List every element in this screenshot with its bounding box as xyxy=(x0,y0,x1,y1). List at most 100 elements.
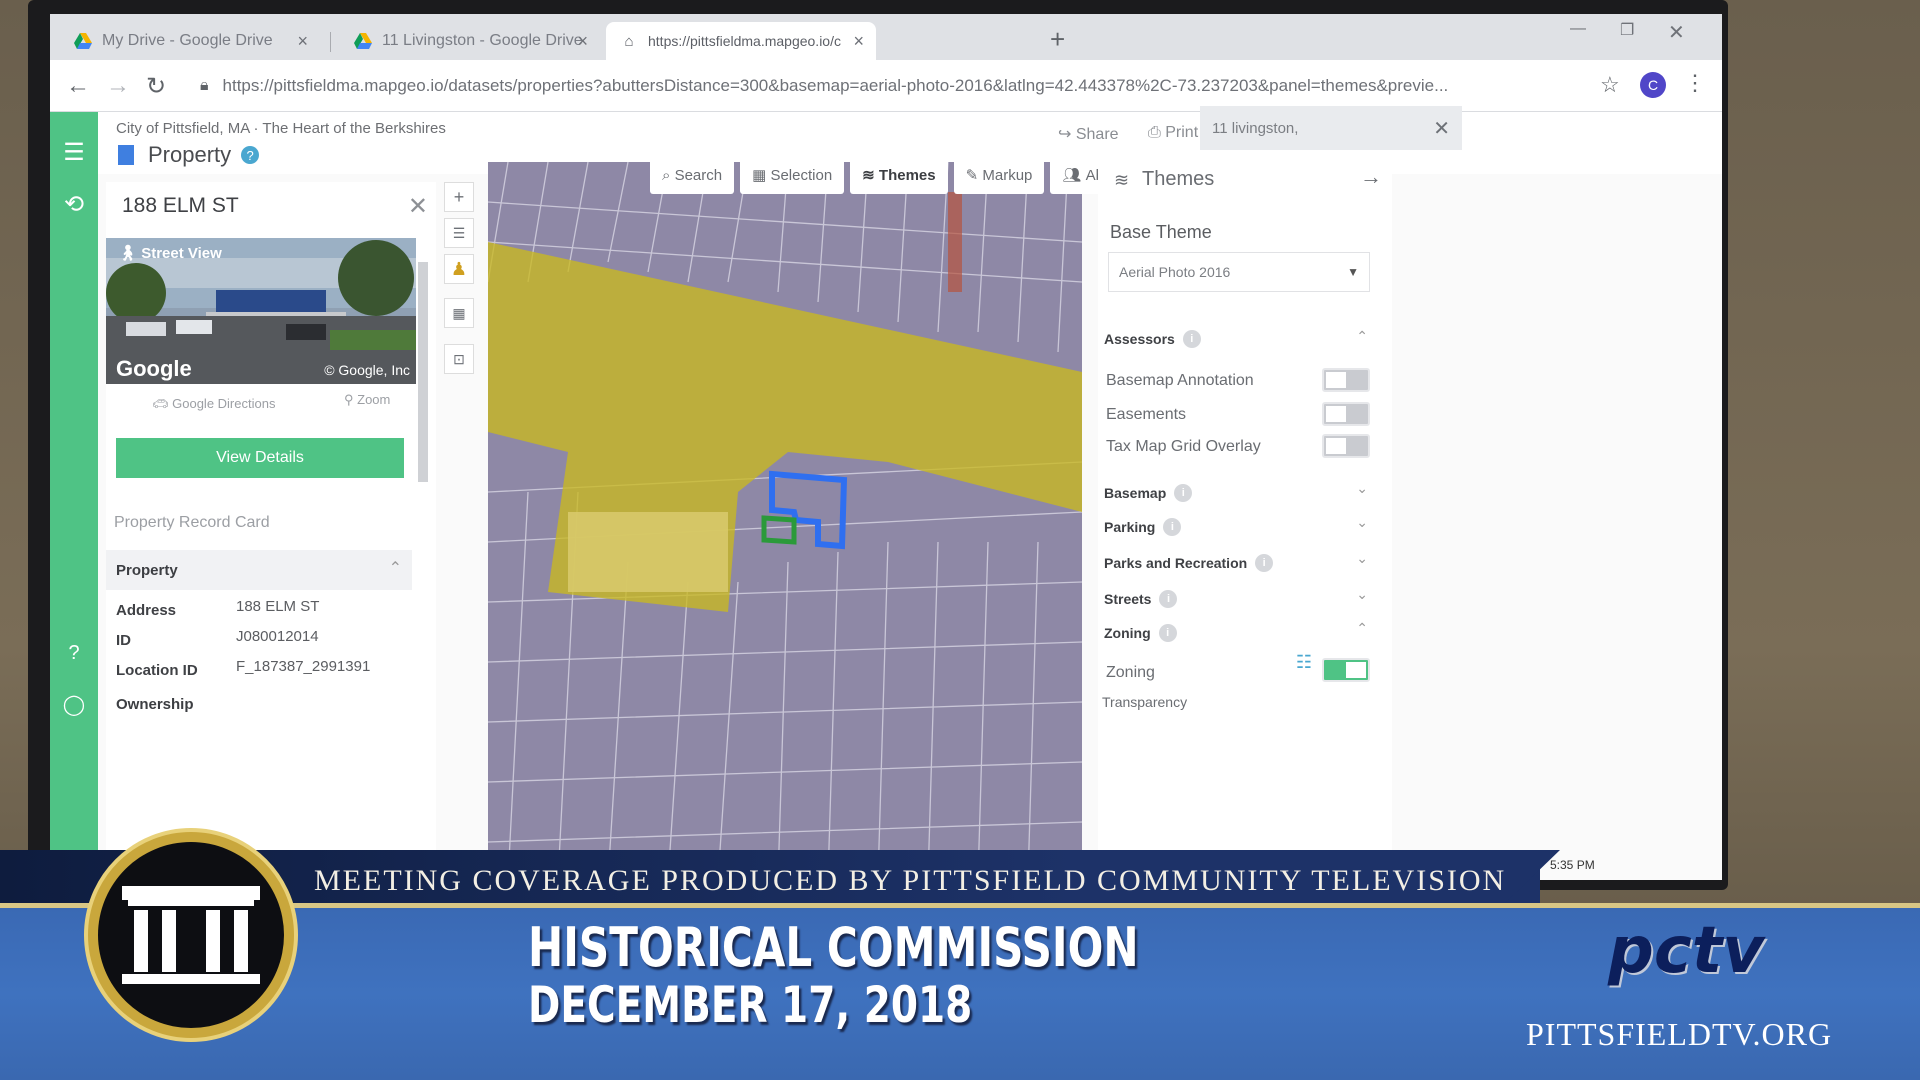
close-icon[interactable]: × xyxy=(577,31,588,52)
coverage-text: MEETING COVERAGE PRODUCED BY PITTSFIELD … xyxy=(314,864,1507,897)
property-record-card-link[interactable]: Property Record Card xyxy=(114,514,270,532)
map-tools: + ☰ ♟ ▦ ⊡ xyxy=(444,182,474,382)
clear-search-icon[interactable]: ✕ xyxy=(1433,116,1450,141)
panel-scrollbar[interactable] xyxy=(418,262,428,482)
group-basemap[interactable]: Basemap i xyxy=(1104,484,1193,502)
share-label: Share xyxy=(1075,126,1119,143)
caret-down-icon: ▼ xyxy=(1347,265,1359,279)
basemap-annotation-toggle[interactable] xyxy=(1322,368,1370,392)
maximize-button[interactable]: ❐ xyxy=(1620,20,1634,40)
group-streets[interactable]: Streets i xyxy=(1104,590,1178,608)
tab-markup[interactable]: ✎ Markup xyxy=(953,156,1045,194)
group-parking[interactable]: Parking i xyxy=(1104,518,1182,536)
info-badge: i xyxy=(1182,330,1201,348)
street-view-pegman-icon[interactable]: ♟ xyxy=(444,254,474,284)
measure-icon[interactable]: ⊡ xyxy=(444,344,474,374)
field-value: J080012014 xyxy=(236,628,319,645)
close-panel-button[interactable]: ✕ xyxy=(408,192,428,221)
back-button[interactable]: ← xyxy=(66,72,90,100)
map-pin-icon: ⚲ xyxy=(344,392,358,407)
group-parks-and-recreation[interactable]: Parks and Recreation i xyxy=(1104,554,1274,572)
bookmark-star-icon[interactable]: ☆ xyxy=(1600,72,1620,98)
street-view-label: 🚶︎ Street View xyxy=(118,244,222,262)
toggle-knob xyxy=(1346,662,1366,678)
group-label: Assessors xyxy=(1104,331,1175,347)
group-assessors[interactable]: Assessors i xyxy=(1104,330,1201,348)
close-icon[interactable]: × xyxy=(297,31,308,52)
tab-11-livingston[interactable]: 11 Livingston - Google Drive × xyxy=(340,22,600,60)
grid-icon: ▦ xyxy=(752,167,771,184)
close-icon[interactable]: × xyxy=(853,31,864,52)
monitor-screen: My Drive - Google Drive × 11 Livingston … xyxy=(50,14,1722,880)
minimize-button[interactable]: — xyxy=(1570,20,1586,38)
search-icon: ⌕ xyxy=(662,166,675,184)
tab-selection[interactable]: ▦ Selection xyxy=(740,156,845,194)
layer-label: Tax Map Grid Overlay xyxy=(1106,438,1261,455)
event-date: DECEMBER 17, 2018 xyxy=(528,976,973,1034)
tab-label: Themes xyxy=(878,166,936,184)
layer-label: Zoning xyxy=(1106,664,1155,681)
print-label: Print xyxy=(1165,124,1199,141)
tab-my-drive[interactable]: My Drive - Google Drive × xyxy=(60,22,320,60)
sliders-icon[interactable]: ☷ xyxy=(1296,652,1312,673)
window-close-button[interactable]: ✕ xyxy=(1668,20,1685,45)
tab-label: https://pittsfieldma.mapgeo.io/c xyxy=(648,33,841,49)
property-section-header[interactable]: Property ⌃ xyxy=(106,550,412,590)
help-icon[interactable]: ? xyxy=(60,642,88,665)
zoom-label: Zoom xyxy=(357,392,391,407)
google-drive-icon xyxy=(74,32,92,50)
select-tool-icon[interactable]: ☰ xyxy=(444,218,474,248)
aerial-map[interactable] xyxy=(488,162,1082,880)
search-input[interactable]: 11 livingston, ✕ xyxy=(1200,106,1462,150)
new-tab-button[interactable]: + xyxy=(1050,24,1065,55)
group-zoning[interactable]: Zoning i xyxy=(1104,624,1177,642)
toggle-knob xyxy=(1326,406,1346,422)
chevron-up-icon[interactable]: ⌃ xyxy=(1356,328,1368,345)
history-icon[interactable]: ⟲ xyxy=(60,190,88,219)
chevron-down-icon[interactable]: ⌄ xyxy=(1356,480,1368,497)
tab-themes[interactable]: ≋ Themes xyxy=(850,156,948,194)
ownership-section-header[interactable]: Ownership xyxy=(116,696,194,713)
chevron-down-icon[interactable]: ⌄ xyxy=(1356,514,1368,531)
profile-avatar[interactable]: C xyxy=(1640,72,1666,98)
base-theme-value: Aerial Photo 2016 xyxy=(1119,264,1231,280)
coverage-band-edge xyxy=(1500,850,1560,908)
browser-tab-strip: My Drive - Google Drive × 11 Livingston … xyxy=(50,14,1722,60)
google-directions-link[interactable]: 🚗︎ Google Directions xyxy=(152,396,275,412)
easements-toggle[interactable] xyxy=(1322,402,1370,426)
tab-separator xyxy=(330,32,331,52)
collapse-arrow-icon[interactable]: → xyxy=(1360,164,1382,190)
zoom-link[interactable]: ⚲ Zoom xyxy=(344,392,390,408)
google-drive-icon xyxy=(354,32,372,50)
layer-label: Basemap Annotation xyxy=(1106,372,1254,389)
reload-button[interactable]: ↻ xyxy=(146,72,166,101)
chat-icon[interactable]: ◯ xyxy=(60,692,88,717)
field-label: Address xyxy=(116,602,177,619)
share-button[interactable]: ↪ Share xyxy=(1058,124,1119,144)
group-label: Parks and Recreation xyxy=(1104,555,1248,571)
left-rail: ☰ ⟲ ? ◯ xyxy=(50,112,98,880)
zoom-in-button[interactable]: + xyxy=(444,182,474,212)
street-view-text: Street View xyxy=(141,245,222,262)
address-bar[interactable]: 🔒︎ https://pittsfieldma.mapgeo.io/datase… xyxy=(200,68,1590,104)
tab-search[interactable]: ⌕ Search xyxy=(650,156,735,194)
chevron-up-icon[interactable]: ⌃ xyxy=(1356,620,1368,637)
base-theme-select[interactable]: Aerial Photo 2016 ▼ xyxy=(1108,252,1370,292)
view-details-button[interactable]: View Details xyxy=(116,438,404,478)
chevron-down-icon[interactable]: ⌄ xyxy=(1356,586,1368,603)
forward-button[interactable]: → xyxy=(106,72,130,100)
field-label: Location ID xyxy=(116,662,198,679)
page-title-text: Property xyxy=(148,142,232,167)
street-view-image[interactable]: 🚶︎ Street View Google © Google, Inc xyxy=(106,238,416,384)
toggle-knob xyxy=(1326,372,1346,388)
map-icon[interactable]: ▦ xyxy=(444,298,474,328)
browser-menu-icon[interactable]: ⋮ xyxy=(1684,70,1706,96)
zoning-toggle[interactable] xyxy=(1322,658,1370,682)
tax-map-grid-toggle[interactable] xyxy=(1322,434,1370,458)
tab-mapgeo[interactable]: ⌂ https://pittsfieldma.mapgeo.io/c × xyxy=(606,22,876,60)
hamburger-menu-icon[interactable]: ☰ xyxy=(60,138,88,167)
chevron-down-icon[interactable]: ⌄ xyxy=(1356,550,1368,567)
question-icon[interactable]: ? xyxy=(241,146,260,164)
share-icon: ↪ xyxy=(1058,126,1076,143)
print-button[interactable]: ⎙ Print xyxy=(1148,124,1198,142)
